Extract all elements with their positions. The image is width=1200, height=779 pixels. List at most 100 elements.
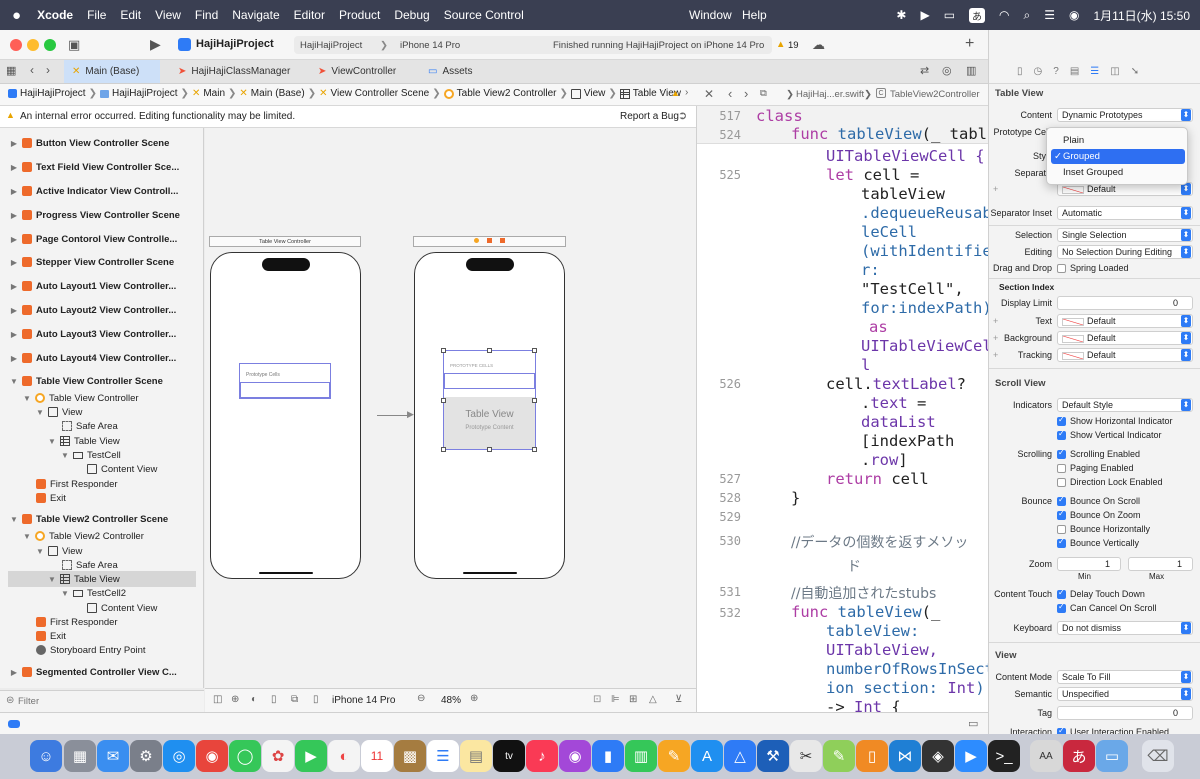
separator-inset-popup[interactable]: Automatic bbox=[1057, 206, 1193, 220]
podcasts-icon[interactable]: ◉ bbox=[559, 740, 591, 772]
input-source-badge[interactable]: あ bbox=[969, 7, 986, 23]
disclosure-right-icon[interactable]: ▶ bbox=[10, 306, 18, 315]
code-line[interactable]: .dequeueReusab bbox=[861, 204, 988, 222]
resize-handle[interactable] bbox=[487, 348, 492, 353]
menubar-clock[interactable]: 1月11日(水) 15:50 bbox=[1094, 7, 1191, 24]
safari-icon[interactable]: ◎ bbox=[163, 740, 195, 772]
battery-icon[interactable]: ▭ bbox=[944, 8, 955, 22]
bluetooth-icon[interactable]: ✱ bbox=[896, 8, 906, 22]
layout-icon[interactable]: ⧉ bbox=[291, 694, 298, 705]
resize-handle[interactable] bbox=[441, 447, 446, 452]
apple-tv-icon[interactable]: tv bbox=[493, 740, 525, 772]
spotlight-icon[interactable]: ⌕ bbox=[1024, 8, 1031, 23]
wifi-icon[interactable]: ◠ bbox=[999, 8, 1009, 22]
scene-row[interactable]: ▶ Auto Layout1 View Controller... bbox=[10, 278, 176, 294]
identity-inspector-icon[interactable]: ▤ bbox=[1070, 66, 1079, 77]
breadcrumb-item[interactable]: Table View2 Controller bbox=[457, 88, 557, 99]
resize-handle[interactable] bbox=[441, 348, 446, 353]
calendar-icon[interactable]: 11 bbox=[361, 740, 393, 772]
bounce-on-scroll-checkbox[interactable]: Bounce On Scroll bbox=[1057, 495, 1140, 506]
disclosure-down-icon[interactable]: ▼ bbox=[10, 515, 18, 524]
device-icon[interactable]: ▯ bbox=[313, 694, 319, 705]
plus-icon[interactable]: + bbox=[993, 350, 998, 360]
tab-view-controller[interactable]: ➤ ViewController bbox=[310, 60, 404, 83]
scene-row[interactable]: ▼ Table View2 Controller Scene bbox=[10, 511, 168, 527]
facetime-icon[interactable]: ▶ bbox=[295, 740, 327, 772]
file-inspector-icon[interactable]: ▯ bbox=[1017, 66, 1023, 77]
code-line[interactable]: let cell = bbox=[826, 166, 919, 184]
menu-edit[interactable]: Edit bbox=[120, 8, 141, 22]
music-icon[interactable]: ♪ bbox=[526, 740, 558, 772]
menu-find[interactable]: Find bbox=[195, 8, 218, 22]
scene-row[interactable]: ▶ Auto Layout2 View Controller... bbox=[10, 302, 176, 318]
resize-handle[interactable] bbox=[532, 447, 537, 452]
warning-triangle-icon[interactable]: ▲ bbox=[776, 39, 785, 50]
code-comment[interactable]: //自動追加されたstubs bbox=[791, 583, 936, 603]
messages-icon[interactable]: ◯ bbox=[229, 740, 261, 772]
code-line[interactable]: tableView bbox=[861, 185, 945, 203]
chrome-icon[interactable]: ◉ bbox=[196, 740, 228, 772]
vscode-icon[interactable]: ⋈ bbox=[889, 740, 921, 772]
scene-row[interactable]: ▶ Page Contorol View Controlle... bbox=[10, 231, 177, 247]
code-line[interactable]: leCell bbox=[861, 223, 917, 241]
outline-item[interactable]: Exit bbox=[36, 490, 66, 506]
adjust-editor-icon[interactable]: ◎ bbox=[942, 64, 952, 77]
font-book-icon[interactable]: AA bbox=[1030, 740, 1062, 772]
zoom-max-field[interactable]: 1 bbox=[1128, 557, 1193, 571]
outline-toggle-icon[interactable]: ◫ bbox=[213, 694, 222, 705]
menu-app[interactable]: Xcode bbox=[37, 8, 73, 22]
finder-icon[interactable]: ☺ bbox=[30, 740, 62, 772]
pages-icon[interactable]: ✎ bbox=[658, 740, 690, 772]
scene-row[interactable]: ▶ Progress View Controller Scene bbox=[10, 207, 180, 223]
show-horizontal-indicator-checkbox[interactable]: Show Horizontal Indicator bbox=[1057, 415, 1173, 426]
plus-icon[interactable]: + bbox=[993, 333, 998, 343]
keynote-icon[interactable]: ▮ bbox=[592, 740, 624, 772]
scene-dock-table-view2-controller[interactable] bbox=[413, 236, 566, 247]
prototype-cell[interactable] bbox=[240, 382, 330, 398]
chevron-right-icon[interactable]: › bbox=[685, 87, 688, 98]
minimize-window-button[interactable] bbox=[27, 39, 39, 51]
close-editor-icon[interactable]: ✕ bbox=[704, 87, 714, 101]
content-mode-popup[interactable]: Scale To Fill bbox=[1057, 670, 1193, 684]
connections-inspector-icon[interactable]: ➘ bbox=[1131, 66, 1139, 77]
style-option-plain[interactable]: Plain bbox=[1051, 133, 1185, 148]
scrolling-enabled-checkbox[interactable]: Scrolling Enabled bbox=[1057, 448, 1140, 459]
editing-popup[interactable]: No Selection During Editing bbox=[1057, 245, 1193, 259]
disclosure-down-icon[interactable]: ▼ bbox=[36, 547, 44, 556]
disclosure-down-icon[interactable]: ▼ bbox=[61, 451, 69, 460]
zoom-out-icon[interactable]: ⊖ bbox=[417, 693, 425, 704]
code-line[interactable]: UITableView, bbox=[826, 641, 938, 659]
code-line[interactable]: func tableView(_ tabl... bbox=[791, 125, 988, 143]
interface-builder-canvas[interactable]: Table View Controller Prototype Cells ▶ … bbox=[205, 128, 696, 688]
minimap-toggle-icon[interactable]: ▭ bbox=[968, 717, 978, 730]
keyboard-popup[interactable]: Do not dismiss bbox=[1057, 621, 1193, 635]
scene-dock-table-view-controller[interactable]: Table View Controller bbox=[209, 236, 361, 247]
disclosure-down-icon[interactable]: ▼ bbox=[48, 575, 56, 584]
editor-breadcrumb-file[interactable]: HajiHaj...er.swift bbox=[796, 89, 864, 100]
app-store-icon[interactable]: A bbox=[691, 740, 723, 772]
menu-view[interactable]: View bbox=[155, 8, 181, 22]
disclosure-down-icon[interactable]: ▼ bbox=[23, 532, 31, 541]
code-line[interactable]: UITableViewCel bbox=[861, 337, 988, 355]
photos-icon[interactable]: ✿ bbox=[262, 740, 294, 772]
tab-class-manager[interactable]: ➤ HajiHajiClassManager bbox=[170, 60, 298, 83]
arrow-circle-icon[interactable]: ➲ bbox=[678, 109, 687, 122]
view-controller-dock-icon[interactable] bbox=[474, 238, 480, 243]
debug-toggle-icon[interactable] bbox=[8, 720, 20, 728]
preview-icon[interactable]: ▭ bbox=[1096, 740, 1128, 772]
prototype-cells-area[interactable]: Prototype Cells bbox=[239, 363, 331, 399]
table-view-selected[interactable]: PROTOTYPE CELLS Table View Prototype Con… bbox=[441, 348, 537, 452]
forward-arrow-icon[interactable]: › bbox=[744, 86, 748, 101]
scheme-selector[interactable]: HajiHajiProject bbox=[300, 40, 362, 51]
project-name[interactable]: HajiHajiProject bbox=[196, 38, 274, 50]
refresh-icon[interactable]: ⇄ bbox=[920, 64, 929, 77]
add-library-icon[interactable]: + bbox=[965, 35, 974, 53]
outline-item[interactable]: Storyboard Entry Point bbox=[36, 642, 146, 658]
outline-item[interactable]: Safe Area bbox=[62, 418, 118, 434]
editor-breadcrumb-class[interactable]: TableView2Controller bbox=[890, 89, 980, 100]
warning-triangle-icon[interactable]: ▲ bbox=[671, 88, 680, 98]
chevron-left-icon[interactable]: ‹ bbox=[660, 87, 663, 98]
menu-debug[interactable]: Debug bbox=[394, 8, 429, 22]
disclosure-down-icon[interactable]: ▼ bbox=[23, 394, 31, 403]
breadcrumb-item[interactable]: View Controller Scene bbox=[330, 88, 429, 99]
